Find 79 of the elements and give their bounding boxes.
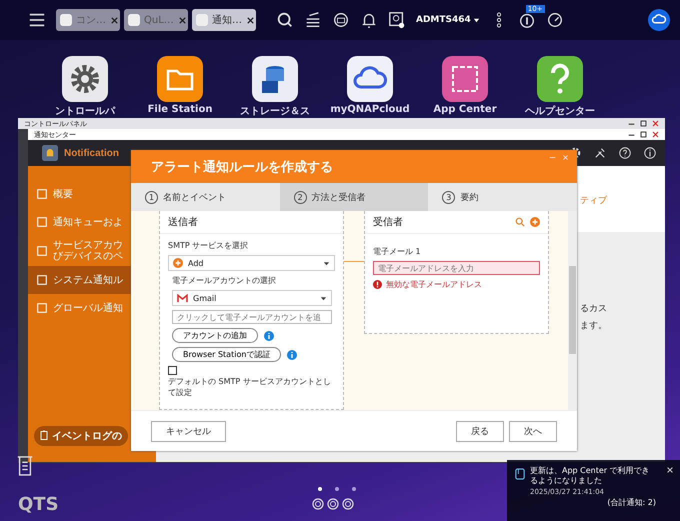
app-label[interactable]: ストレージ＆ス xyxy=(240,104,310,118)
description-text: るカス xyxy=(580,303,607,315)
book-icon xyxy=(515,468,525,480)
page-indicator[interactable] xyxy=(318,487,356,491)
add-account-button[interactable]: アカウントの追加 xyxy=(172,328,258,343)
cancel-button[interactable]: キャンセル xyxy=(151,420,226,442)
bell-icon[interactable] xyxy=(360,11,378,29)
caret-icon xyxy=(323,260,330,266)
app-icon[interactable] xyxy=(536,55,584,103)
app-icon[interactable] xyxy=(346,55,394,103)
account-input[interactable]: クリックして電子メールアカウントを追 xyxy=(172,310,332,324)
info-icon[interactable] xyxy=(643,146,657,160)
stack-icon[interactable] xyxy=(304,11,322,29)
dialog-title: アラート通知ルールを作成する xyxy=(151,158,333,176)
checkbox[interactable] xyxy=(168,366,177,375)
scrollbar[interactable] xyxy=(568,211,577,410)
toast-message: 更新は、App Center で利用できるようになりました xyxy=(530,466,651,487)
user-icon[interactable] xyxy=(388,11,406,29)
sync-icon[interactable] xyxy=(332,11,350,29)
mail-icon xyxy=(177,294,188,302)
add-icon[interactable] xyxy=(530,217,540,227)
menu-item-icon xyxy=(36,274,48,286)
clipboard-icon xyxy=(40,430,48,440)
smtp-dropdown[interactable]: Add xyxy=(168,255,335,271)
help-icon[interactable] xyxy=(618,146,632,160)
status-text: ティブ xyxy=(580,194,607,207)
brand-logo: QTS xyxy=(18,494,59,515)
app-icon[interactable] xyxy=(61,55,109,103)
add-icon xyxy=(173,258,183,268)
account-dropdown[interactable]: Gmail xyxy=(172,290,332,306)
caret-icon xyxy=(320,294,327,302)
dock-icon[interactable] xyxy=(342,498,354,510)
panel-heading: 送信者 xyxy=(160,211,343,234)
info-icon[interactable] xyxy=(518,11,536,29)
caret-icon[interactable] xyxy=(472,16,480,24)
field-label: SMTP サービスを選択 xyxy=(168,240,250,251)
app-title: Notification xyxy=(64,148,119,158)
close-icon[interactable] xyxy=(178,16,187,24)
settings-icon[interactable] xyxy=(568,146,582,160)
next-button[interactable]: 次へ xyxy=(509,420,557,442)
menu-item-icon xyxy=(36,302,48,314)
toast-count: (合計通知: 2) xyxy=(607,496,656,508)
app-icon[interactable] xyxy=(441,55,489,103)
menu-item-icon xyxy=(36,216,48,228)
email-input[interactable]: 電子メールアドレスを入力 xyxy=(373,261,540,275)
dock-icon[interactable] xyxy=(327,498,339,510)
app-label[interactable]: myQNAPcloud xyxy=(330,104,410,115)
user-name[interactable]: ADMTS464 xyxy=(416,15,471,25)
wizard-step: 2 方法と受信者 xyxy=(280,183,428,211)
app-label[interactable]: File Station xyxy=(148,104,212,115)
panel-heading: 受信者 xyxy=(373,216,403,229)
field-label: 電子メール 1 xyxy=(373,246,422,257)
app-label[interactable]: App Center xyxy=(433,104,497,115)
back-button[interactable]: 戻る xyxy=(456,420,504,442)
close-icon[interactable] xyxy=(110,16,119,24)
menu-icon[interactable] xyxy=(28,12,46,28)
cloud-icon[interactable] xyxy=(648,9,670,31)
auth-button[interactable]: Browser Stationで認証 xyxy=(172,347,282,362)
bell-icon xyxy=(42,145,58,161)
error-message: 無効な電子メールアドレス xyxy=(386,279,482,290)
app-icon[interactable] xyxy=(251,55,299,103)
tools-icon[interactable] xyxy=(593,146,607,160)
dock-icon[interactable] xyxy=(312,498,324,510)
app-label[interactable]: ヘルプセンター xyxy=(525,104,595,118)
search-icon[interactable] xyxy=(276,11,294,29)
error-icon xyxy=(373,280,382,289)
app-label[interactable]: ントロールパ xyxy=(55,104,115,118)
taskbar-tab[interactable]: 通知… xyxy=(192,9,256,31)
gauge-icon[interactable] xyxy=(546,11,564,29)
close-icon[interactable] xyxy=(246,16,255,24)
wizard-step: 3 要約 xyxy=(428,183,578,211)
field-label: 電子メールアカウントの選択 xyxy=(172,275,277,286)
menu-item-icon xyxy=(36,188,48,200)
wizard-step: 1 名前とイベント xyxy=(131,183,280,211)
app-icon[interactable] xyxy=(156,55,204,103)
event-log-button[interactable]: イベントログの xyxy=(34,426,128,446)
description-text: ます。 xyxy=(580,320,607,332)
checkbox-label: デフォルトの SMTP サービスアカウントとして設定 xyxy=(168,376,332,398)
menu-item-icon xyxy=(36,245,48,257)
